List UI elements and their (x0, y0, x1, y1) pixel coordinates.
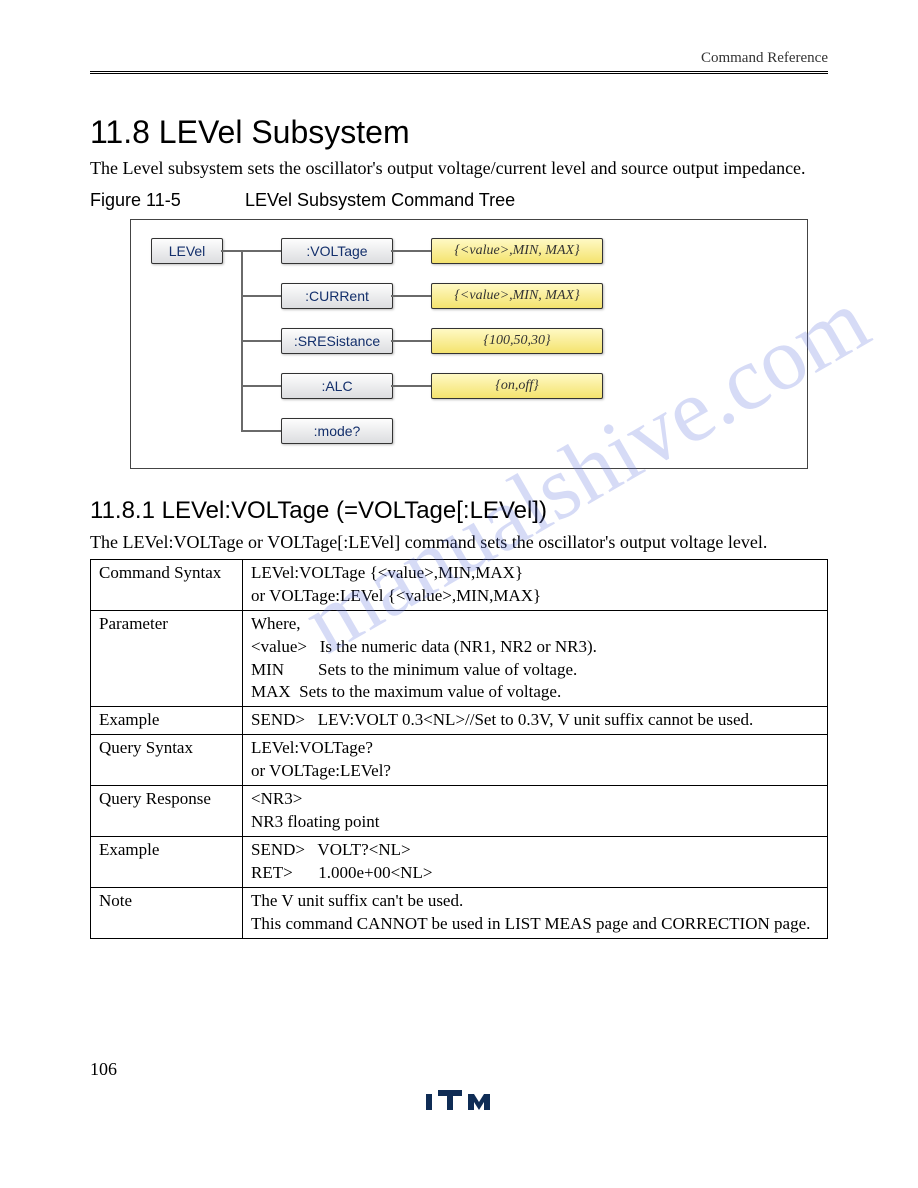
tree-param-node: {<value>,MIN, MAX} (431, 238, 603, 264)
tree-param-node: {100,50,30} (431, 328, 603, 354)
section-title: 11.8 LEVel Subsystem (90, 114, 828, 151)
footer-logo (90, 1088, 828, 1121)
table-row: Command SyntaxLEVel:VOLTage {<value>,MIN… (91, 559, 828, 610)
header-rule (90, 71, 828, 74)
table-row-value: The V unit suffix can't be used. This co… (243, 887, 828, 938)
table-row-value: <NR3> NR3 floating point (243, 786, 828, 837)
tree-wire (221, 250, 241, 252)
subsection-intro: The LEVel:VOLTage or VOLTage[:LEVel] com… (90, 531, 828, 554)
tree-cmd-node: :SRESistance (281, 328, 393, 354)
table-row-label: Example (91, 837, 243, 888)
section-intro: The Level subsystem sets the oscillator'… (90, 157, 828, 180)
command-tree-diagram: LEVel :VOLTage {<value>,MIN, MAX} :CURRe… (130, 219, 808, 469)
table-row-label: Example (91, 707, 243, 735)
table-row: ExampleSEND> VOLT?<NL> RET> 1.000e+00<NL… (91, 837, 828, 888)
figure-caption: Figure 11-5 LEVel Subsystem Command Tree (90, 190, 828, 211)
tree-wire (391, 385, 431, 387)
table-row-value: Where, <value> Is the numeric data (NR1,… (243, 610, 828, 707)
table-row-label: Note (91, 887, 243, 938)
table-row-label: Query Response (91, 786, 243, 837)
table-row: Query SyntaxLEVel:VOLTage? or VOLTage:LE… (91, 735, 828, 786)
tree-wire (391, 295, 431, 297)
figure-caption-text: LEVel Subsystem Command Tree (245, 190, 515, 210)
running-header: Command Reference (90, 50, 828, 67)
command-detail-table: Command SyntaxLEVel:VOLTage {<value>,MIN… (90, 559, 828, 939)
tree-cmd-node: :VOLTage (281, 238, 393, 264)
tree-cmd-node: :CURRent (281, 283, 393, 309)
subsection-title: 11.8.1 LEVel:VOLTage (=VOLTage[:LEVel]) (90, 497, 828, 525)
table-row-value: SEND> LEV:VOLT 0.3<NL>//Set to 0.3V, V u… (243, 707, 828, 735)
tree-wire (391, 340, 431, 342)
table-row-label: Query Syntax (91, 735, 243, 786)
tree-wire (241, 385, 281, 387)
tree-cmd-node: :ALC (281, 373, 393, 399)
table-row-label: Parameter (91, 610, 243, 707)
tree-root-node: LEVel (151, 238, 223, 264)
tree-wire (241, 430, 281, 432)
table-row: Query Response<NR3> NR3 floating point (91, 786, 828, 837)
tree-wire (391, 250, 431, 252)
table-row-value: LEVel:VOLTage {<value>,MIN,MAX} or VOLTa… (243, 559, 828, 610)
figure-number: Figure 11-5 (90, 190, 240, 211)
tree-wire (241, 295, 281, 297)
table-row: ExampleSEND> LEV:VOLT 0.3<NL>//Set to 0.… (91, 707, 828, 735)
tree-param-node: {<value>,MIN, MAX} (431, 283, 603, 309)
table-row-value: SEND> VOLT?<NL> RET> 1.000e+00<NL> (243, 837, 828, 888)
tree-param-node: {on,off} (431, 373, 603, 399)
table-row: ParameterWhere, <value> Is the numeric d… (91, 610, 828, 707)
tree-wire (241, 340, 281, 342)
table-row-label: Command Syntax (91, 559, 243, 610)
tree-wire (241, 250, 281, 252)
tree-cmd-node: :mode? (281, 418, 393, 444)
page-number: 106 (90, 1059, 828, 1080)
table-row-value: LEVel:VOLTage? or VOLTage:LEVel? (243, 735, 828, 786)
table-row: NoteThe V unit suffix can't be used. Thi… (91, 887, 828, 938)
